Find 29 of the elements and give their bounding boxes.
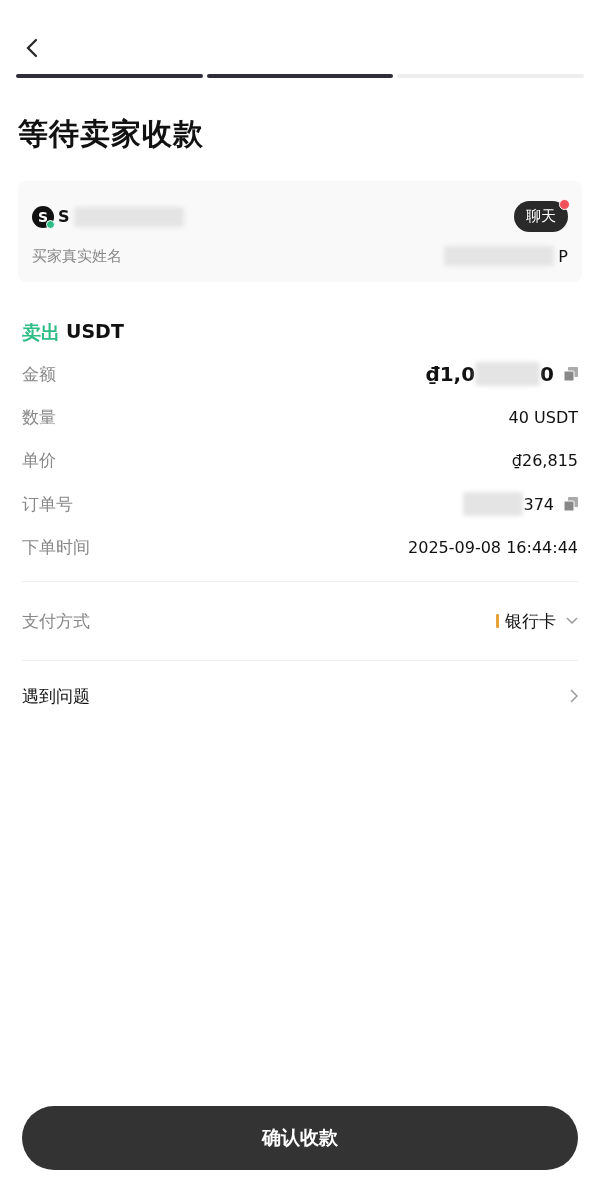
field-value: ₫26,815 — [511, 451, 578, 470]
chevron-right-icon[interactable] — [570, 689, 578, 703]
field-value: 40 USDT — [508, 408, 578, 427]
order-side: 卖出 — [22, 320, 60, 345]
page-title: 等待卖家收款 — [18, 115, 205, 153]
payment-label: 支付方式 — [22, 609, 90, 633]
payment-method[interactable]: 银行卡 — [505, 609, 556, 633]
real-name-label: 买家真实姓名 — [32, 246, 122, 266]
help-link[interactable]: 遇到问题 — [22, 684, 90, 708]
user-name: S — [58, 207, 70, 226]
real-name-value: P — [558, 246, 568, 266]
copy-icon[interactable] — [564, 497, 578, 511]
field-value: 0 — [540, 362, 554, 386]
field-label: 数量 — [22, 406, 56, 429]
copy-icon[interactable] — [564, 367, 578, 381]
field-label: 单价 — [22, 449, 56, 472]
field-label: 下单时间 — [22, 536, 90, 559]
avatar: S — [32, 205, 54, 228]
chat-button[interactable]: 聊天 — [514, 201, 568, 232]
field-label: 金额 — [22, 362, 56, 386]
payment-marker-icon — [496, 614, 499, 628]
field-label: 订单号 — [22, 492, 73, 516]
field-value: ₫1,0 — [425, 362, 476, 386]
field-value: 374 — [523, 494, 554, 514]
chevron-down-icon[interactable] — [566, 617, 578, 625]
back-icon[interactable] — [26, 38, 38, 58]
field-value: 2025-09-08 16:44:44 — [408, 538, 578, 557]
order-asset: USDT — [66, 320, 124, 344]
confirm-button[interactable]: 确认收款 — [22, 1106, 578, 1170]
